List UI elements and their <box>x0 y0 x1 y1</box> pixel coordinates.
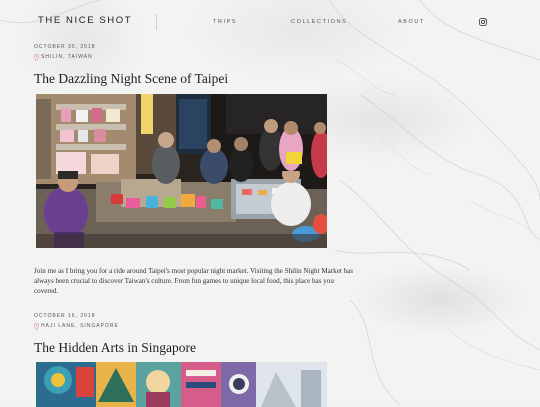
street-art-photo <box>36 362 327 407</box>
site-logo[interactable]: THE NICE SHOT <box>38 15 132 26</box>
post-card: OCTOBER 30, 2018 SHILIN, TAIWAN The Dazz… <box>34 43 353 295</box>
header-divider <box>156 14 157 30</box>
post-photo-night-market[interactable] <box>36 94 327 248</box>
location-pin-icon <box>34 322 39 330</box>
post-excerpt: Join me as I bring you for a ride around… <box>34 267 354 296</box>
nav-link-trips[interactable]: TRIPS <box>213 19 237 25</box>
nav-link-collections[interactable]: COLLECTIONS <box>291 19 347 25</box>
post-card: OCTOBER 16, 2018 HAJI LANE, SINGAPORE Th… <box>34 312 334 407</box>
night-market-photo <box>36 94 327 248</box>
post-date: OCTOBER 16, 2018 <box>34 313 96 319</box>
post-photo-street-art[interactable] <box>36 362 327 407</box>
post-title[interactable]: The Hidden Arts in Singapore <box>34 339 334 357</box>
location-pin-icon <box>34 53 39 61</box>
post-title[interactable]: The Dazzling Night Scene of Taipei <box>34 70 334 88</box>
post-date: OCTOBER 30, 2018 <box>34 44 96 50</box>
post-location-label: SHILIN, TAIWAN <box>41 54 93 60</box>
nav-link-about[interactable]: ABOUT <box>398 19 425 25</box>
instagram-icon[interactable] <box>479 18 487 26</box>
post-location: SHILIN, TAIWAN <box>34 52 334 62</box>
post-location: HAJI LANE, SINGAPORE <box>34 321 334 331</box>
site-header: THE NICE SHOT TRIPS COLLECTIONS ABOUT <box>0 0 540 44</box>
post-location-label: HAJI LANE, SINGAPORE <box>41 323 119 329</box>
